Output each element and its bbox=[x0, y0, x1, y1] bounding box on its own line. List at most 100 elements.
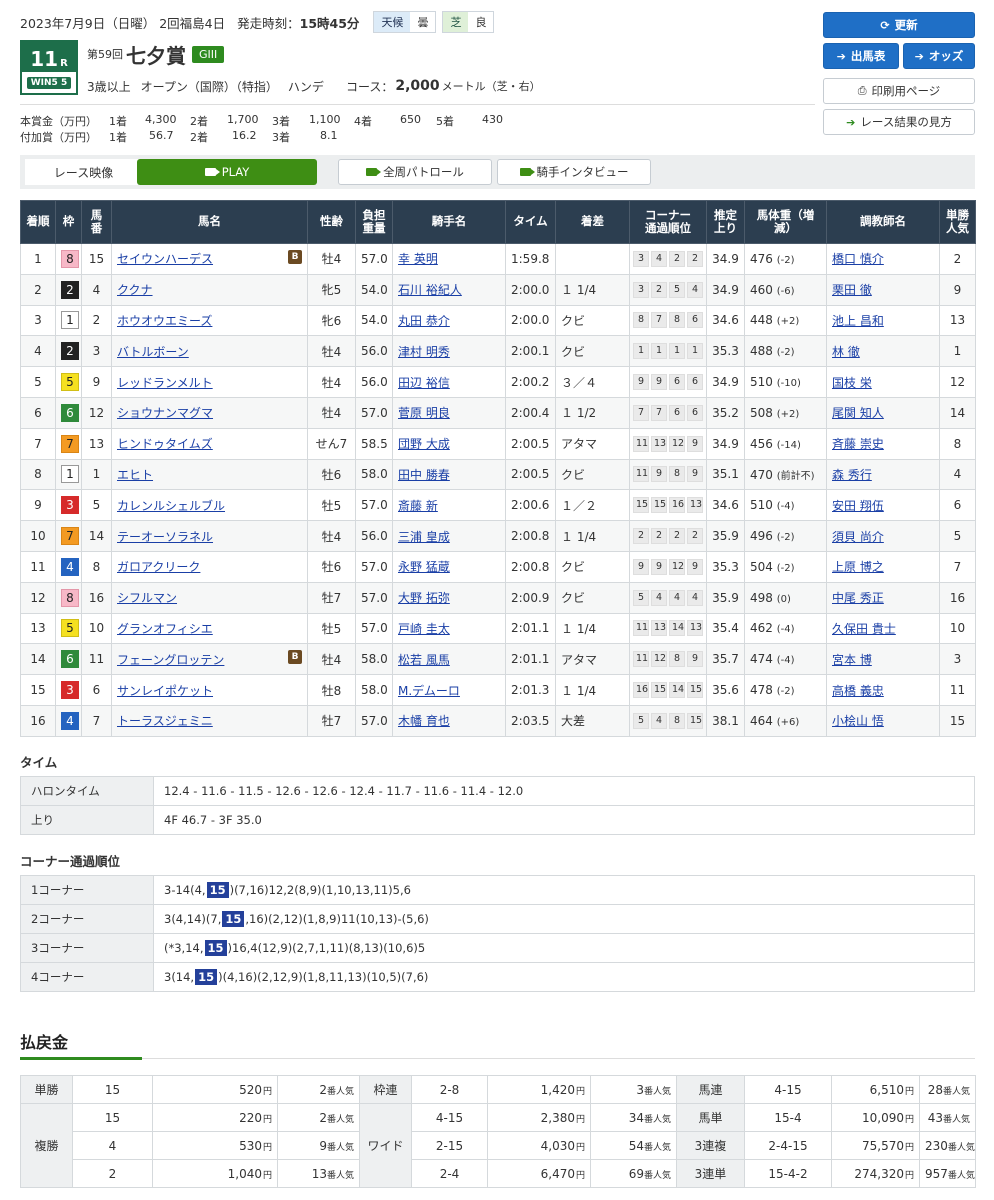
horse-name-link[interactable]: フェーングロッテン bbox=[117, 653, 224, 667]
corner-position: 6 bbox=[687, 312, 703, 329]
body-weight: 478 (-2) bbox=[744, 674, 827, 706]
jockey-link[interactable]: 木幡 育也 bbox=[398, 714, 450, 728]
jockey-link[interactable]: 菅原 明良 bbox=[398, 406, 450, 420]
jockey-link[interactable]: 幸 英明 bbox=[398, 252, 438, 266]
trainer-link[interactable]: 林 徹 bbox=[832, 345, 860, 359]
horse-name-link[interactable]: ククナ bbox=[117, 283, 153, 297]
horse-name-link[interactable]: セイウンハーデス bbox=[117, 252, 213, 266]
corner-position: 4 bbox=[687, 281, 703, 298]
jockey-link[interactable]: 団野 大成 bbox=[398, 437, 450, 451]
trainer-link[interactable]: 栗田 徹 bbox=[832, 283, 872, 297]
trainer-link[interactable]: 池上 昌和 bbox=[832, 314, 884, 328]
refresh-button[interactable]: ⟳ 更新 bbox=[823, 12, 975, 38]
trainer-link[interactable]: 中尾 秀正 bbox=[832, 591, 884, 605]
corner-position: 4 bbox=[651, 712, 667, 729]
race-time: 2:00.5 bbox=[505, 427, 556, 460]
corner-position: 8 bbox=[633, 312, 649, 329]
trainer-link[interactable]: 国枝 栄 bbox=[832, 376, 872, 390]
horse-name-link[interactable]: テーオーソラネル bbox=[117, 530, 213, 544]
carried-weight: 56.0 bbox=[355, 366, 393, 398]
horse-name-link[interactable]: ガロアクリーク bbox=[117, 560, 200, 574]
jockey-link[interactable]: 松若 風馬 bbox=[398, 653, 450, 667]
horse-name-link[interactable]: エヒト bbox=[117, 468, 153, 482]
corner-positions: 11 13 12 9 bbox=[633, 435, 703, 452]
trainer-link[interactable]: 久保田 貴士 bbox=[832, 622, 896, 636]
jockey-link[interactable]: 田中 勝春 bbox=[398, 468, 450, 482]
margin: アタマ bbox=[555, 643, 630, 676]
last-3f: 35.9 bbox=[706, 520, 745, 552]
col-waku: 枠 bbox=[55, 200, 82, 244]
jockey-link[interactable]: 田辺 裕信 bbox=[398, 376, 450, 390]
jockey-link[interactable]: 三浦 皇成 bbox=[398, 530, 450, 544]
body-weight: 510 (-10) bbox=[744, 366, 827, 398]
horse-name-link[interactable]: サンレイポケット bbox=[117, 684, 213, 698]
col-jockey: 騎手名 bbox=[392, 200, 506, 244]
race-time: 2:00.5 bbox=[505, 458, 556, 491]
horse-name-link[interactable]: トーラスジェミニ bbox=[117, 714, 213, 728]
corner-position: 11 bbox=[633, 466, 649, 483]
odds-button[interactable]: ➔ オッズ bbox=[903, 43, 975, 69]
race-time: 2:00.0 bbox=[505, 304, 556, 337]
jockey-link[interactable]: 石川 裕紀人 bbox=[398, 283, 462, 297]
jockey-link[interactable]: 津村 明秀 bbox=[398, 345, 450, 359]
corner-position: 1 bbox=[633, 343, 649, 360]
last-3f: 35.3 bbox=[706, 550, 745, 583]
jockey-link[interactable]: 永野 猛蔵 bbox=[398, 560, 450, 574]
waku-badge: 5 bbox=[61, 373, 79, 392]
jockey-link[interactable]: 戸崎 圭太 bbox=[398, 622, 450, 636]
horse-name-link[interactable]: ホウオウエミーズ bbox=[117, 314, 212, 328]
wakuren-label: 枠連 bbox=[359, 1075, 412, 1104]
horse-name-link[interactable]: カレンルシェルブル bbox=[117, 499, 225, 513]
popularity: 3 bbox=[939, 643, 976, 676]
horse-name-link[interactable]: レッドランメルト bbox=[117, 376, 213, 390]
margin: １／２ bbox=[555, 489, 630, 522]
trainer-link[interactable]: 小桧山 悟 bbox=[832, 714, 884, 728]
jockey-link[interactable]: 斎藤 新 bbox=[398, 499, 438, 513]
play-button[interactable]: PLAY bbox=[137, 159, 317, 185]
result-guide-button[interactable]: ➔ レース結果の見方 bbox=[823, 109, 975, 135]
trainer-link[interactable]: 高橋 義忠 bbox=[832, 684, 884, 698]
waku-badge: 1 bbox=[61, 465, 79, 484]
trainer-link[interactable]: 斉藤 崇史 bbox=[832, 437, 884, 451]
horse-name-link[interactable]: バトルボーン bbox=[117, 345, 189, 359]
race-time: 2:01.3 bbox=[505, 674, 556, 706]
horse-name-link[interactable]: ショウナンマグマ bbox=[117, 406, 213, 420]
corner-position: 2 bbox=[669, 528, 685, 545]
horse-name-link[interactable]: シフルマン bbox=[117, 591, 177, 605]
trainer-link[interactable]: 尾関 知人 bbox=[832, 406, 884, 420]
corner-position: 8 bbox=[669, 651, 685, 668]
jockey-link[interactable]: 大野 拓弥 bbox=[398, 591, 450, 605]
finish-rank: 8 bbox=[20, 458, 56, 491]
last-3f: 35.2 bbox=[706, 396, 745, 429]
race-time: 2:00.8 bbox=[505, 550, 556, 583]
race-time: 2:00.4 bbox=[505, 396, 556, 429]
patrol-video-button[interactable]: 全周パトロール bbox=[338, 159, 492, 185]
trainer-link[interactable]: 森 秀行 bbox=[832, 468, 872, 482]
finish-rank: 1 bbox=[20, 243, 56, 275]
horse-number: 10 bbox=[81, 612, 112, 645]
jockey-link[interactable]: 丸田 恭介 bbox=[398, 314, 450, 328]
trainer-link[interactable]: 橋口 慎介 bbox=[832, 252, 884, 266]
print-page-button[interactable]: ⎙ 印刷用ページ bbox=[823, 78, 975, 104]
finish-rank: 9 bbox=[20, 489, 56, 522]
jockey-interview-button[interactable]: 騎手インタビュー bbox=[497, 159, 651, 185]
finish-rank: 15 bbox=[20, 674, 56, 706]
result-row: 15 3 6 サンレイポケット 牡8 58.0 M.デムーロ 2:01.3 １ 1/4 16 15 1… bbox=[20, 674, 976, 706]
last-3f: 35.4 bbox=[706, 612, 745, 645]
entries-button[interactable]: ➔ 出馬表 bbox=[823, 43, 899, 69]
trainer-link[interactable]: 上原 博之 bbox=[832, 560, 884, 574]
race-time: 2:00.6 bbox=[505, 489, 556, 522]
waku-badge: 2 bbox=[61, 342, 79, 361]
jockey-link[interactable]: M.デムーロ bbox=[398, 684, 460, 698]
horse-name-link[interactable]: グランオフィシエ bbox=[117, 622, 213, 636]
race-time: 2:00.2 bbox=[505, 366, 556, 398]
corner-positions: 11 9 8 9 bbox=[633, 466, 703, 483]
horse-name-link[interactable]: ヒンドゥタイムズ bbox=[117, 437, 213, 451]
trainer-link[interactable]: 宮本 博 bbox=[832, 653, 872, 667]
trainer-link[interactable]: 須貝 尚介 bbox=[832, 530, 884, 544]
waku-badge: 4 bbox=[61, 711, 79, 730]
body-weight: 460 (-6) bbox=[744, 273, 827, 306]
sanrentan-label: 3連単 bbox=[676, 1159, 745, 1188]
sex-age: 牡4 bbox=[307, 335, 356, 368]
trainer-link[interactable]: 安田 翔伍 bbox=[832, 499, 884, 513]
